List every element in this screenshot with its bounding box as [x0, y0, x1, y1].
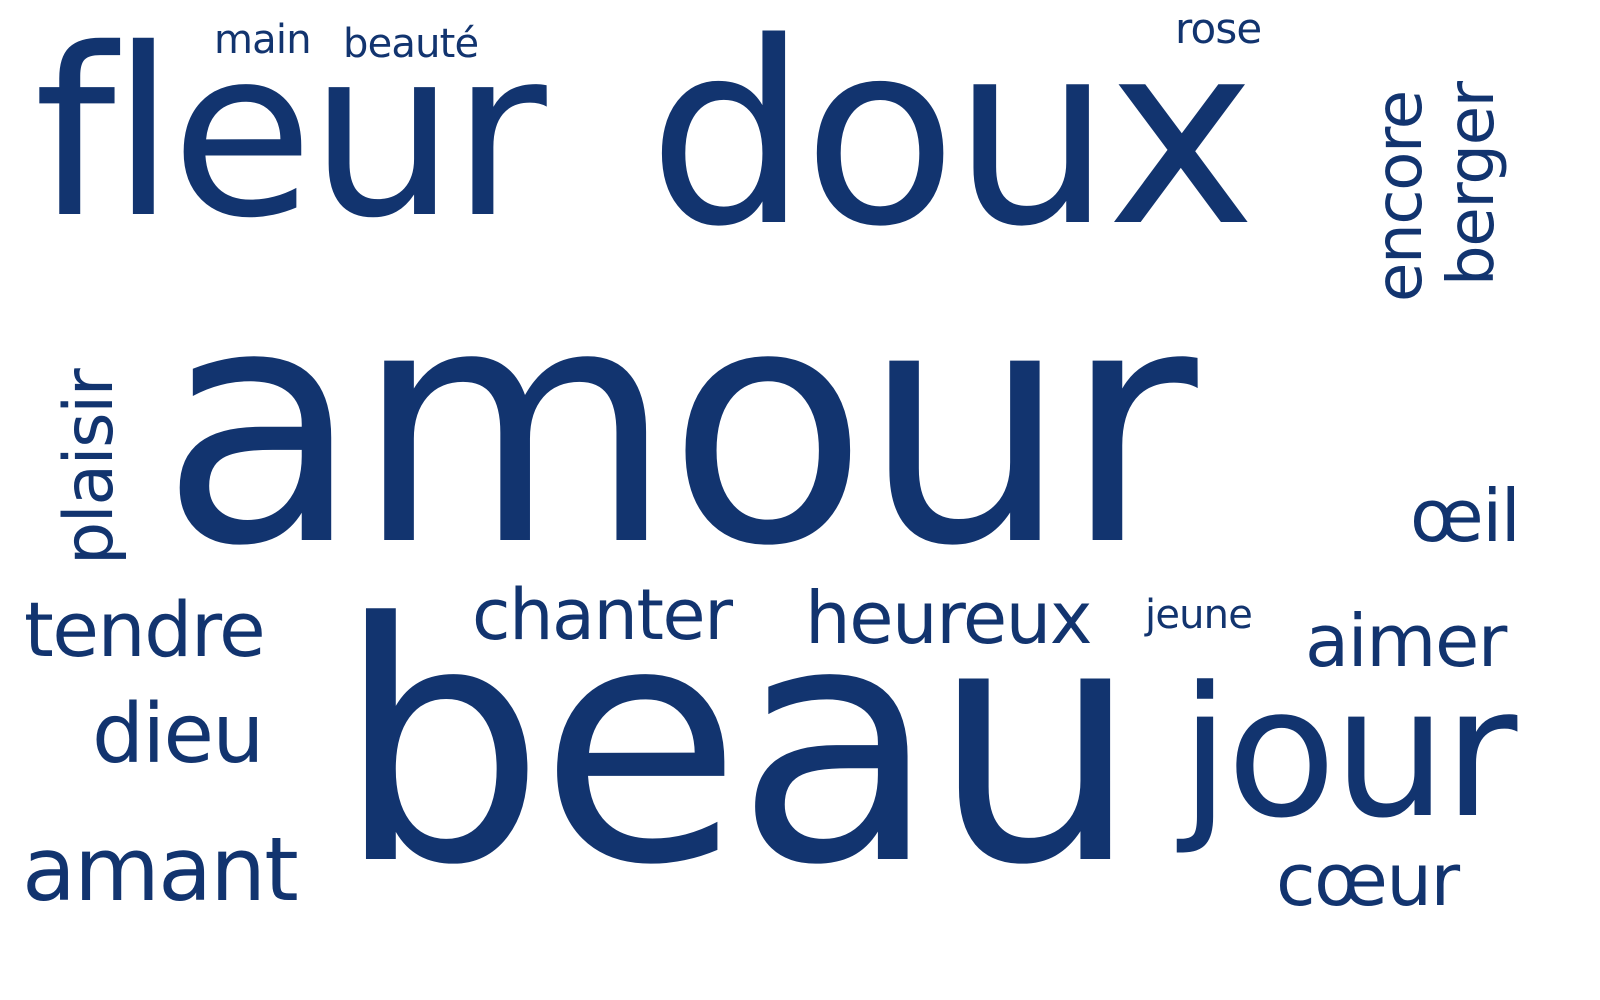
word-main: main — [214, 17, 312, 63]
word-berger: berger — [1435, 82, 1509, 286]
word-coeur: cœur — [1276, 838, 1460, 922]
word-jeune: jeune — [1145, 592, 1253, 638]
word-amant: amant — [22, 818, 299, 921]
word-amour: amour — [160, 237, 1198, 618]
word-beau: beau — [336, 553, 1140, 937]
word-jour: jour — [1180, 649, 1517, 858]
word-rose: rose — [1175, 4, 1262, 53]
word-plaisir: plaisir — [50, 369, 129, 565]
word-tendre: tendre — [24, 585, 266, 674]
word-cloud: fleur doux main beauté rose encore berge… — [0, 0, 1600, 1000]
word-doux: doux — [648, 0, 1256, 282]
word-oeil: œil — [1410, 474, 1521, 558]
word-beaute: beauté — [343, 21, 479, 67]
word-encore: encore — [1363, 91, 1437, 302]
word-dieu: dieu — [92, 687, 264, 782]
